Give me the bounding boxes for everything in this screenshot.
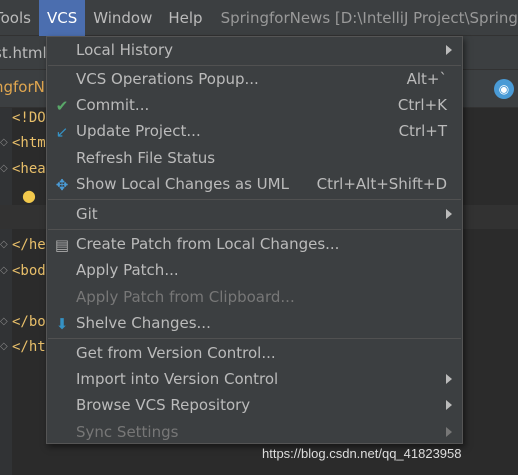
- fold-icon[interactable]: ◇: [0, 137, 8, 148]
- menu-separator: [48, 229, 461, 230]
- menu-item-apply-patch[interactable]: Apply Patch...: [47, 258, 462, 284]
- menu-tools[interactable]: Tools: [0, 0, 39, 36]
- vcs-dropdown-menu: Local History VCS Operations Popup... Al…: [46, 36, 463, 444]
- update-arrow-icon: ↙: [55, 123, 69, 141]
- menu-item-sync-settings: Sync Settings: [47, 420, 462, 446]
- submenu-arrow-icon: [446, 45, 452, 55]
- browser-icon[interactable]: ◉: [494, 79, 514, 99]
- menu-item-shortcut: Alt+`: [406, 70, 447, 88]
- menu-window[interactable]: Window: [85, 0, 160, 36]
- menu-item-label: Apply Patch from Clipboard...: [76, 288, 295, 306]
- menu-item-shortcut: Ctrl+T: [398, 122, 447, 140]
- tab-file[interactable]: st.html: [0, 44, 47, 62]
- menu-item-browse-vcs-repository[interactable]: Browse VCS Repository: [47, 393, 462, 419]
- fold-icon[interactable]: ◇: [0, 341, 8, 352]
- menu-separator: [48, 338, 461, 339]
- menu-item-shortcut: Ctrl+Alt+Shift+D: [316, 175, 447, 193]
- submenu-arrow-icon: [446, 400, 452, 410]
- menu-vcs[interactable]: VCS: [38, 0, 86, 36]
- menu-item-label: Import into Version Control: [76, 370, 279, 388]
- menu-item-label: Get from Version Control...: [76, 344, 276, 362]
- lightbulb-icon[interactable]: ●: [22, 186, 36, 205]
- fold-icon[interactable]: ◇: [0, 265, 8, 276]
- menu-item-label: Browse VCS Repository: [76, 396, 251, 414]
- fold-icon[interactable]: ◇: [0, 239, 8, 250]
- menu-item-get-from-vc[interactable]: Get from Version Control...: [47, 341, 462, 367]
- breadcrumb-project[interactable]: ngforN: [0, 78, 45, 96]
- code-line: <bod: [12, 263, 46, 279]
- menu-item-label: Apply Patch...: [76, 261, 179, 279]
- menu-separator: [48, 199, 461, 200]
- menu-item-label: Show Local Changes as UML: [76, 175, 289, 193]
- submenu-arrow-icon: [446, 427, 452, 437]
- menu-bar: Tools VCS Window Help SpringforNews [D:\…: [0, 0, 518, 36]
- fold-icon[interactable]: ◇: [0, 163, 8, 174]
- menu-item-vcs-operations-popup[interactable]: VCS Operations Popup... Alt+`: [47, 67, 462, 93]
- menu-item-shelve-changes[interactable]: ⬇ Shelve Changes...: [47, 311, 462, 337]
- menu-help[interactable]: Help: [160, 0, 210, 36]
- shelve-icon: ⬇: [55, 315, 69, 333]
- uml-diagram-icon: ✥: [55, 176, 69, 194]
- code-line: <htm: [12, 135, 46, 151]
- menu-item-shortcut: Ctrl+K: [397, 96, 447, 114]
- checkmark-icon: ✔: [55, 97, 69, 115]
- menu-item-label: Git: [76, 205, 98, 223]
- menu-item-local-history[interactable]: Local History: [47, 38, 462, 64]
- menu-item-label: Update Project...: [76, 122, 201, 140]
- code-line: <!DO: [12, 110, 46, 126]
- submenu-arrow-icon: [446, 209, 452, 219]
- menu-item-create-patch[interactable]: ▤ Create Patch from Local Changes...: [47, 232, 462, 258]
- menu-item-apply-patch-clipboard: Apply Patch from Clipboard...: [47, 285, 462, 311]
- code-line: <hea: [12, 161, 46, 177]
- menu-item-refresh-file-status[interactable]: Refresh File Status: [47, 146, 462, 172]
- menu-item-label: Commit...: [76, 96, 150, 114]
- menu-item-label: Refresh File Status: [76, 149, 216, 167]
- window-title: SpringforNews [D:\IntelliJ Project\Sprin…: [220, 8, 518, 27]
- menu-item-show-local-changes-uml[interactable]: ✥ Show Local Changes as UML Ctrl+Alt+Shi…: [47, 172, 462, 198]
- menu-item-commit[interactable]: ✔ Commit... Ctrl+K: [47, 93, 462, 119]
- patch-file-icon: ▤: [54, 236, 70, 254]
- menu-item-import-into-vc[interactable]: Import into Version Control: [47, 367, 462, 393]
- code-line: </he: [12, 237, 46, 253]
- menu-item-update-project[interactable]: ↙ Update Project... Ctrl+T: [47, 119, 462, 145]
- menu-item-label: Local History: [76, 41, 174, 59]
- code-line: </ht: [12, 339, 46, 355]
- fold-icon[interactable]: ◇: [0, 316, 8, 327]
- menu-separator: [48, 65, 461, 66]
- menu-item-git[interactable]: Git: [47, 202, 462, 228]
- menu-item-label: VCS Operations Popup...: [76, 70, 259, 88]
- code-line: </bo: [12, 314, 46, 330]
- submenu-arrow-icon: [446, 374, 452, 384]
- watermark-url: https://blog.csdn.net/qq_41823958: [262, 446, 462, 461]
- menu-item-label: Shelve Changes...: [76, 314, 211, 332]
- menu-item-label: Sync Settings: [76, 423, 179, 441]
- menu-item-label: Create Patch from Local Changes...: [76, 235, 340, 253]
